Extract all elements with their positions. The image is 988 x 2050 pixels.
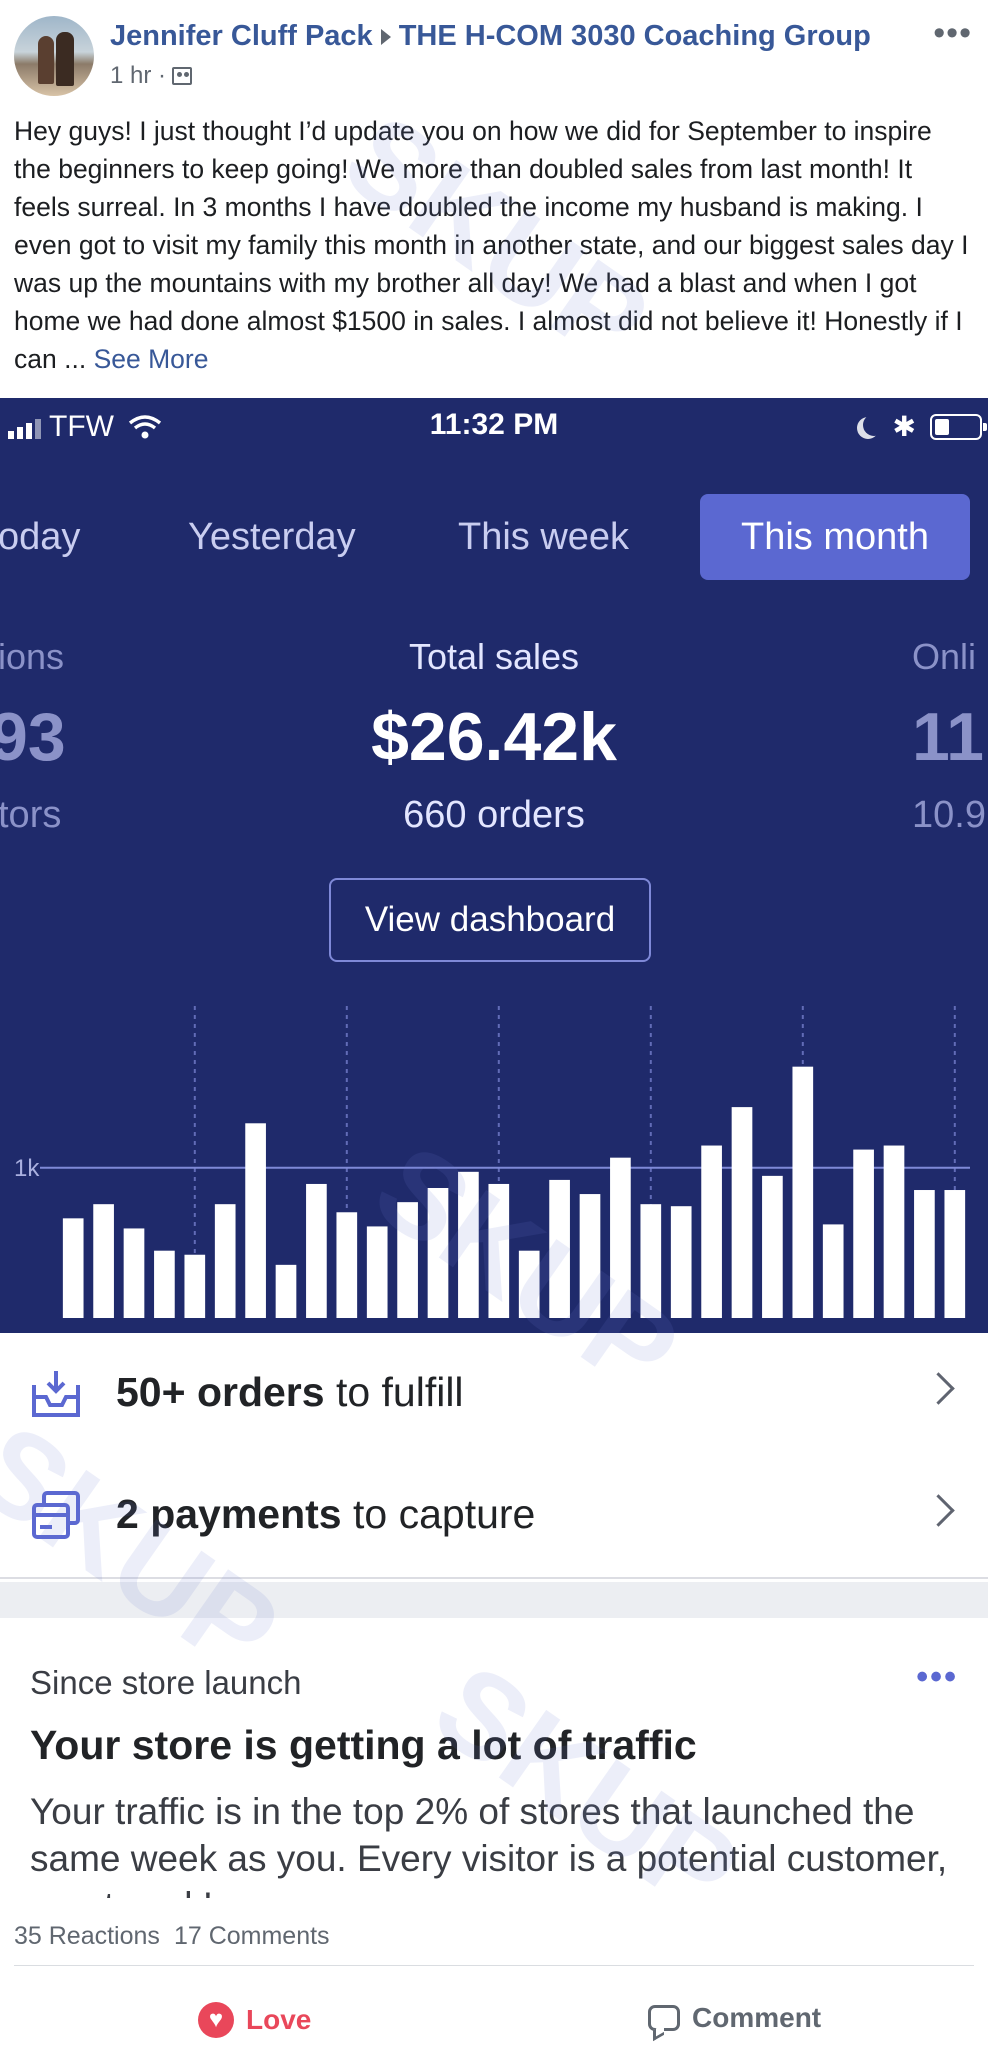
total-orders: 660 orders: [403, 794, 585, 836]
battery-icon: [930, 413, 987, 440]
chart-bar: [579, 1194, 601, 1318]
chart-bar: [792, 1066, 814, 1318]
chart-bar: [275, 1264, 297, 1318]
status-time: 11:32 PM: [429, 408, 559, 441]
engagement-counts: 35 Reactions 17 Comments: [14, 1922, 344, 1951]
chart-bar: [549, 1179, 570, 1318]
tab-yesterday[interactable]: Yesterday: [188, 494, 356, 580]
orders-to-fulfill-label: 50+ orders to fulfill: [116, 1369, 464, 1415]
post-author-line: Jennifer Cluff Pack THE H-COM 3030 Coachi…: [110, 20, 871, 53]
payments-icon: [30, 1489, 82, 1541]
chart-bar: [701, 1145, 722, 1318]
chart-bar: [914, 1190, 935, 1318]
y-tick-label: 1k: [14, 1155, 40, 1182]
reactions-count[interactable]: 35 Reactions: [14, 1922, 160, 1950]
chart-bar: [62, 1218, 84, 1318]
chart-bar: [731, 1107, 753, 1318]
chart-bar: [853, 1149, 874, 1318]
daily-sales-chart: 01k51015202530: [14, 1006, 970, 1318]
chart-bar: [306, 1183, 327, 1318]
chart-bar: [518, 1250, 540, 1318]
tab-today[interactable]: oday: [0, 494, 80, 580]
status-bar: TFW 11:32 PM ✱: [0, 398, 988, 454]
section-divider: [0, 1582, 988, 1618]
comment-icon: [648, 2005, 680, 2031]
right-stat-sub: 10.9: [912, 794, 986, 836]
right-stat-label: Onli: [912, 636, 977, 677]
right-stat-value: 11: [912, 699, 984, 775]
chart-bar: [154, 1250, 175, 1318]
payments-to-capture-label: 2 payments to capture: [116, 1491, 536, 1537]
chart-bar: [670, 1206, 692, 1318]
chart-bar: [944, 1190, 966, 1318]
love-button[interactable]: Love: [198, 2002, 311, 2038]
card-body: Your traffic is in the top 2% of stores …: [30, 1791, 948, 1898]
chart-bar: [640, 1204, 662, 1318]
chevron-right-icon: [922, 1494, 955, 1527]
chevron-right-icon: [922, 1372, 955, 1405]
moon-icon: [863, 414, 885, 436]
heart-icon: [198, 2002, 234, 2038]
chart-bar: [214, 1204, 236, 1318]
chart-bar: [762, 1175, 783, 1318]
card-more-icon[interactable]: •••: [916, 1660, 958, 1694]
chart-bar: [245, 1123, 266, 1318]
chart-bar: [610, 1157, 631, 1318]
footer-divider: [14, 1965, 974, 1966]
post-time[interactable]: 1 hr ·: [110, 62, 166, 90]
chart-bar: [458, 1171, 479, 1318]
bluetooth-icon: ✱: [892, 411, 916, 442]
chart-bar: [123, 1228, 145, 1318]
comment-button[interactable]: Comment: [648, 2002, 821, 2034]
chart-bar: [883, 1145, 905, 1318]
inbox-download-icon: [30, 1367, 82, 1419]
total-sales-label: Total sales: [408, 636, 580, 677]
chart-bar: [184, 1254, 206, 1318]
love-label: Love: [246, 2004, 312, 2035]
chart-bar: [427, 1188, 449, 1318]
tab-this-month[interactable]: This month: [700, 494, 970, 580]
total-sales-value: $26.42k: [371, 699, 617, 775]
see-more-link[interactable]: See More: [94, 344, 209, 374]
more-horizontal-icon[interactable]: •••: [933, 16, 972, 50]
post-meta: 1 hr ·: [110, 62, 193, 90]
card-eyebrow: Since store launch: [30, 1664, 302, 1701]
comments-count[interactable]: 17 Comments: [174, 1922, 330, 1950]
comment-label: Comment: [692, 2002, 822, 2033]
author-name[interactable]: Jennifer Cluff Pack: [110, 20, 373, 52]
post-body: Hey guys! I just thought I’d update you …: [14, 112, 974, 378]
chart-bar: [93, 1204, 114, 1318]
triangle-right-icon: [380, 29, 391, 46]
post-header: Jennifer Cluff Pack THE H-COM 3030 Coachi…: [0, 0, 988, 110]
orders-to-fulfill-row[interactable]: 50+ orders to fulfill: [0, 1333, 988, 1457]
chart-bar: [822, 1224, 844, 1318]
card-title: Your store is getting a lot of traffic: [30, 1722, 697, 1768]
group-icon: [172, 67, 193, 85]
shopify-screenshot: TFW 11:32 PM ✱ oday Yesterday This week …: [0, 398, 988, 1333]
insight-card: Since store launch ••• Your store is get…: [0, 1618, 988, 1898]
group-name[interactable]: THE H-COM 3030 Coaching Group: [399, 20, 871, 52]
chart-bar: [488, 1183, 510, 1318]
view-dashboard-button[interactable]: View dashboard: [329, 878, 651, 962]
chart-bar: [397, 1202, 418, 1318]
payments-to-capture-row[interactable]: 2 payments to capture: [0, 1455, 988, 1579]
chart-bar: [366, 1226, 388, 1318]
post-body-text: Hey guys! I just thought I’d update you …: [14, 116, 969, 374]
tab-this-week[interactable]: This week: [458, 494, 629, 580]
author-avatar[interactable]: [14, 16, 94, 96]
chart-bar: [336, 1212, 358, 1318]
